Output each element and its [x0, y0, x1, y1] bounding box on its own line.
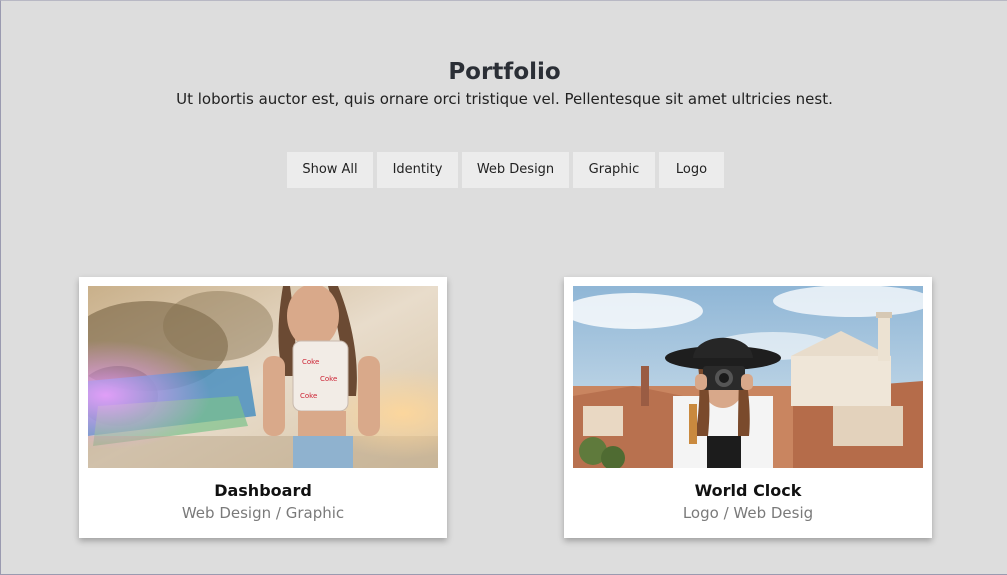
- filter-identity-button[interactable]: Identity: [377, 152, 458, 188]
- svg-text:Coke: Coke: [302, 358, 319, 366]
- filter-logo-button[interactable]: Logo: [659, 152, 724, 188]
- page-subtitle: Ut lobortis auctor est, quis ornare orci…: [176, 90, 833, 108]
- portfolio-header: Portfolio Ut lobortis auctor est, quis o…: [1, 57, 1007, 111]
- card-categories: Logo / Web Desig: [682, 504, 814, 522]
- filter-bar: Show All Identity Web Design Graphic Log…: [287, 152, 724, 188]
- card-title: Dashboard: [214, 481, 312, 500]
- filter-show-all-button[interactable]: Show All: [287, 152, 373, 188]
- card-categories: Web Design / Graphic: [181, 504, 345, 522]
- svg-text:Coke: Coke: [320, 375, 337, 383]
- portfolio-card-dashboard[interactable]: Coke Coke Coke Dashboard Web Design / Gr…: [79, 277, 447, 538]
- woman-in-crop-top-photo[interactable]: Coke Coke Coke: [88, 286, 438, 468]
- woman-with-camera-photo[interactable]: [573, 286, 923, 468]
- filter-graphic-button[interactable]: Graphic: [573, 152, 655, 188]
- svg-text:Coke: Coke: [300, 392, 317, 400]
- page-title: Portfolio: [448, 59, 561, 85]
- filter-web-design-button[interactable]: Web Design: [462, 152, 569, 188]
- card-title: World Clock: [694, 481, 802, 500]
- portfolio-card-world-clock[interactable]: World Clock Logo / Web Desig: [564, 277, 932, 538]
